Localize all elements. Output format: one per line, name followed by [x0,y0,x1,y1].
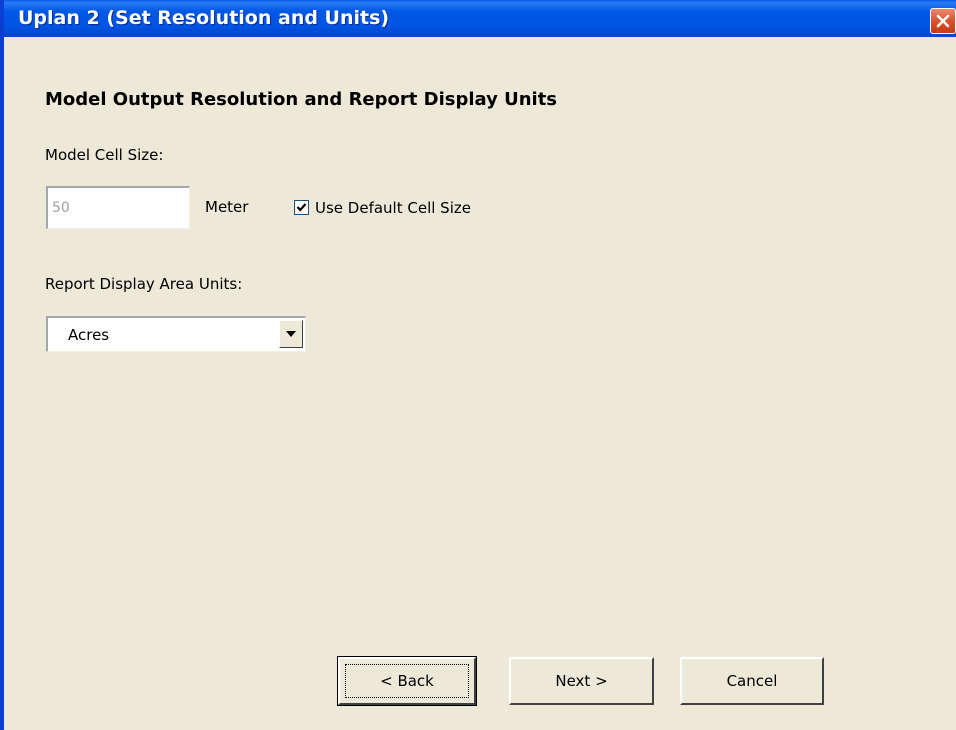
area-units-dropdown[interactable]: Acres [46,316,306,352]
section-heading: Model Output Resolution and Report Displ… [45,89,558,110]
cell-size-unit-label: Meter [205,198,249,216]
cancel-button[interactable]: Cancel [680,657,824,705]
cell-size-label: Model Cell Size: [45,146,164,164]
cancel-button-label: Cancel [726,672,778,690]
next-button-label: Next > [555,672,608,690]
dropdown-arrow-button[interactable] [279,320,303,348]
area-units-selected-value: Acres [68,326,110,344]
close-button[interactable] [930,8,956,34]
checkmark-icon [296,203,307,212]
title-bar[interactable]: Uplan 2 (Set Resolution and Units) [4,0,956,37]
use-default-cell-size-label[interactable]: Use Default Cell Size [315,199,471,217]
back-button[interactable]: < Back [337,656,477,706]
chevron-down-icon [286,331,296,337]
back-button-label: < Back [380,672,434,690]
window-title: Uplan 2 (Set Resolution and Units) [18,7,390,29]
next-button[interactable]: Next > [509,657,654,705]
use-default-cell-size-checkbox[interactable] [294,200,309,215]
dialog-window: Uplan 2 (Set Resolution and Units) Model… [0,0,956,730]
close-icon [936,14,950,28]
cell-size-input[interactable] [46,186,190,229]
area-units-label: Report Display Area Units: [45,275,243,293]
